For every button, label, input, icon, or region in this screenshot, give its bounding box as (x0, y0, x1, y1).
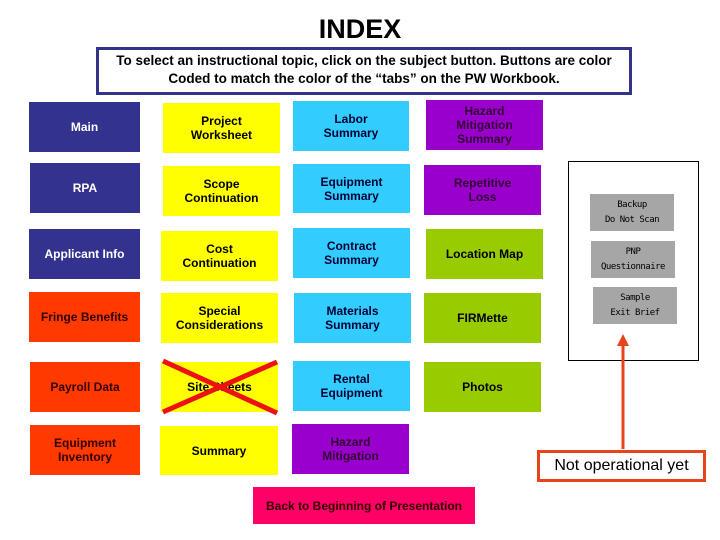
backup-do-not-scan-button[interactable]: Backup Do Not Scan (590, 194, 674, 231)
summary-button[interactable]: Summary (160, 426, 278, 475)
instructions-line-1: To select an instructional topic, click … (116, 53, 612, 68)
not-operational-label: Not operational yet (537, 450, 706, 482)
contract-summary-button[interactable]: Contract Summary (293, 228, 410, 278)
applicant-info-button[interactable]: Applicant Info (29, 229, 140, 279)
rpa-button[interactable]: RPA (30, 163, 140, 213)
page-title: INDEX (318, 14, 402, 44)
pnp-questionnaire-button[interactable]: PNP Questionnaire (591, 241, 675, 278)
questionnaire-label: Questionnaire (601, 261, 665, 272)
fringe-benefits-button[interactable]: Fringe Benefits (29, 292, 140, 342)
site-sheets-button[interactable]: Site Sheets (161, 362, 278, 412)
special-considerations-button[interactable]: Special Considerations (161, 293, 278, 343)
repetitive-loss-button[interactable]: Repetitive Loss (424, 165, 541, 215)
back-to-beginning-button[interactable]: Back to Beginning of Presentation (253, 487, 475, 524)
equipment-inventory-button[interactable]: Equipment Inventory (30, 425, 140, 475)
cost-continuation-button[interactable]: Cost Continuation (161, 231, 278, 281)
photos-button[interactable]: Photos (424, 362, 541, 412)
materials-summary-button[interactable]: Materials Summary (294, 293, 411, 343)
instructions-line-2: Coded to match the color of the “tabs” o… (168, 71, 560, 86)
pnp-label: PNP (625, 246, 641, 257)
hazard-mitigation-summary-button[interactable]: Hazard Mitigation Summary (426, 100, 543, 150)
scope-continuation-button[interactable]: Scope Continuation (163, 166, 280, 216)
firmette-button[interactable]: FIRMette (424, 293, 541, 343)
equipment-summary-button[interactable]: Equipment Summary (293, 164, 410, 213)
instructions-box: To select an instructional topic, click … (96, 47, 632, 95)
payroll-data-button[interactable]: Payroll Data (30, 362, 140, 412)
rental-equipment-button[interactable]: Rental Equipment (293, 361, 410, 411)
do-not-scan-label: Do Not Scan (604, 214, 660, 225)
main-button[interactable]: Main (29, 102, 140, 152)
labor-summary-button[interactable]: Labor Summary (293, 101, 409, 151)
sample-exit-brief-button[interactable]: Sample Exit Brief (593, 287, 677, 324)
hazard-mitigation-button[interactable]: Hazard Mitigation (292, 424, 409, 474)
project-worksheet-button[interactable]: Project Worksheet (163, 103, 280, 153)
sample-label: Sample (620, 292, 650, 303)
backup-label: Backup (617, 199, 647, 210)
location-map-button[interactable]: Location Map (426, 229, 543, 279)
exit-brief-label: Exit Brief (610, 307, 660, 318)
